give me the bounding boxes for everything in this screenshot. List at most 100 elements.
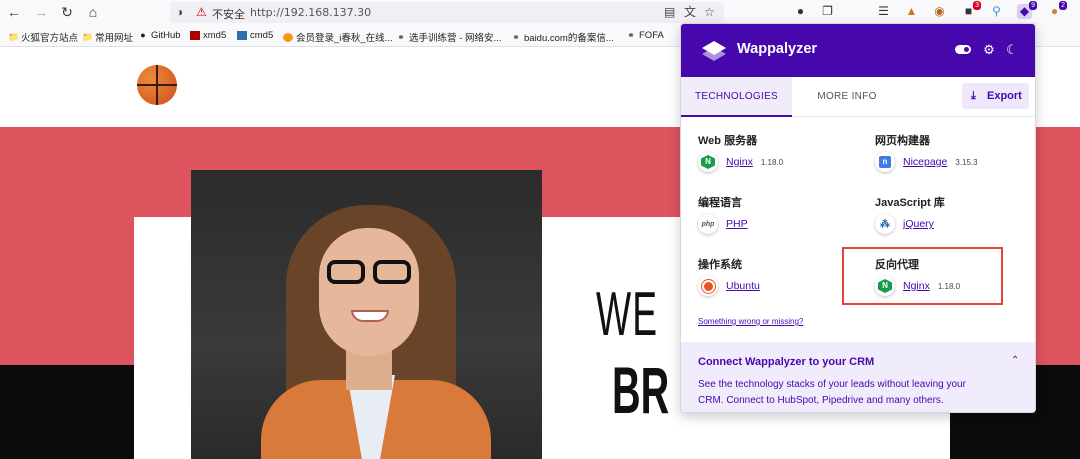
url-text[interactable]: http://192.168.137.30: [250, 6, 371, 19]
hero-heading-line1: WE: [596, 280, 659, 349]
tech-nginx-reverse-proxy[interactable]: N Nginx 1.18.0: [875, 276, 960, 296]
crm-panel: Connect Wappalyzer to your CRM ⌃ See the…: [681, 342, 1035, 412]
folder-icon: 📁: [82, 31, 94, 42]
tab-technologies[interactable]: TECHNOLOGIES: [681, 77, 792, 117]
tech-name[interactable]: jQuery: [903, 218, 934, 230]
category-language: 编程语言: [698, 197, 742, 209]
wappalyzer-title: Wappalyzer: [737, 41, 818, 57]
bookmark-github[interactable]: ● GitHub: [138, 30, 181, 41]
account-icon[interactable]: ●: [793, 4, 808, 19]
avatar-extension-icon[interactable]: ● 2: [1047, 1, 1067, 19]
pin-extension-icon[interactable]: ⚲: [989, 4, 1004, 19]
translate-icon[interactable]: 文: [684, 5, 696, 19]
bookmark-label: 火狐官方站点: [21, 33, 79, 44]
bookmark-ichunqiu[interactable]: 会员登录_i春秋_在线...: [283, 30, 393, 44]
wappalyzer-header: Wappalyzer ⚙ ☾: [681, 24, 1035, 77]
photo-glasses: [327, 260, 413, 284]
red-extension-icon[interactable]: ■ 3: [961, 1, 981, 19]
wappalyzer-extension-icon[interactable]: ◆ 9: [1017, 1, 1037, 19]
bookmark-label: baidu.com的备案信...: [524, 33, 614, 44]
bookmark-folder-common[interactable]: 📁 常用网址: [82, 30, 133, 44]
back-icon[interactable]: ←: [6, 4, 22, 20]
globe-icon: ⚭: [397, 31, 405, 42]
chevron-up-icon[interactable]: ⌃: [1011, 355, 1019, 366]
bookmark-training[interactable]: ⚭ 选手训练营 - 网络安...: [396, 30, 501, 44]
site-icon: [283, 32, 293, 42]
reader-view-icon[interactable]: ▤: [664, 5, 675, 19]
monkey-extension-icon[interactable]: ◉: [932, 4, 947, 19]
tech-version: 1.18.0: [937, 281, 961, 291]
crm-description: See the technology stacks of your leads …: [698, 379, 966, 406]
download-icon: ⤓: [971, 90, 976, 102]
tech-version: 1.18.0: [760, 157, 784, 167]
reload-icon[interactable]: ↻: [59, 4, 75, 20]
bookmark-cmd5[interactable]: cmd5: [237, 30, 273, 41]
bookmark-fofa[interactable]: ⚭ FOFA: [626, 30, 664, 41]
bookmark-xmd5[interactable]: xmd5: [190, 30, 226, 41]
folder-icon: 📁: [8, 31, 20, 42]
bookmark-star-icon[interactable]: ☆: [704, 5, 715, 19]
hero-photo: [191, 170, 542, 459]
crm-title[interactable]: Connect Wappalyzer to your CRM: [698, 356, 874, 368]
tech-nicepage[interactable]: n Nicepage 3.15.3: [875, 152, 978, 172]
something-wrong-link[interactable]: Something wrong or missing?: [698, 317, 803, 326]
category-web-server: Web 服务器: [698, 135, 758, 147]
category-os: 操作系统: [698, 259, 742, 271]
wappalyzer-popup: Wappalyzer ⚙ ☾ TECHNOLOGIES MORE INFO ⤓ …: [680, 23, 1036, 413]
bookmark-label: GitHub: [151, 30, 181, 41]
bookmark-label: 常用网址: [95, 33, 134, 44]
basketball-logo[interactable]: [137, 65, 177, 105]
globe-icon: ⚭: [627, 30, 635, 40]
export-label: Export: [987, 90, 1022, 102]
category-reverse-proxy: 反向代理: [875, 259, 919, 271]
insecure-lock-icon[interactable]: ⚠: [196, 5, 207, 19]
browser-toolbar: ← → ↻ ⌂ ◑ ⚠ 不安全 http://192.168.137.30 ▤ …: [0, 0, 1080, 25]
tech-ubuntu[interactable]: Ubuntu: [698, 276, 760, 296]
extension-badge: 3: [973, 1, 981, 10]
photo-smile: [351, 310, 389, 322]
tech-name[interactable]: PHP: [726, 218, 748, 230]
tech-nginx-webserver[interactable]: N Nginx 1.18.0: [698, 152, 783, 172]
tech-version: 3.15.3: [955, 157, 978, 167]
bookmark-label: 会员登录_i春秋_在线...: [296, 33, 393, 44]
globe-icon: ⚭: [512, 31, 520, 42]
tech-name[interactable]: Nicepage: [903, 156, 947, 168]
photo-neck: [346, 350, 392, 390]
tech-name[interactable]: Ubuntu: [726, 280, 760, 292]
bookmark-label: 选手训练营 - 网络安...: [409, 33, 502, 44]
tab-more-info[interactable]: MORE INFO: [792, 77, 902, 117]
settings-gear-icon[interactable]: ⚙: [982, 43, 996, 57]
bookmark-label: xmd5: [203, 30, 227, 41]
php-icon: php: [698, 214, 718, 234]
bookmark-label: cmd5: [250, 30, 274, 41]
tech-jquery[interactable]: ⁂ jQuery: [875, 214, 934, 234]
github-icon: ●: [140, 30, 146, 40]
fox-extension-icon[interactable]: ▲: [904, 4, 919, 19]
insecure-label[interactable]: 不安全: [212, 6, 245, 22]
bookmark-baidu-icp[interactable]: ⚭ baidu.com的备案信...: [511, 30, 614, 44]
home-icon[interactable]: ⌂: [85, 4, 101, 20]
bookmark-folder-firefox[interactable]: 📁 火狐官方站点: [8, 30, 78, 44]
tech-name[interactable]: Nginx: [903, 280, 930, 292]
shield-icon[interactable]: ◑: [176, 5, 183, 19]
wappalyzer-badge: 9: [1029, 1, 1037, 10]
category-js-library: JavaScript 库: [875, 197, 945, 209]
tech-php[interactable]: php PHP: [698, 214, 748, 234]
enable-toggle[interactable]: [955, 45, 971, 54]
export-button[interactable]: ⤓ Export: [962, 83, 1029, 109]
nginx-icon: N: [875, 276, 895, 296]
category-page-builder: 网页构建器: [875, 135, 930, 147]
tech-name[interactable]: Nginx: [726, 156, 753, 168]
jquery-icon: ⁂: [875, 214, 895, 234]
nginx-icon: N: [698, 152, 718, 172]
nicepage-icon: n: [875, 152, 895, 172]
ubuntu-icon: [698, 276, 718, 296]
bookmark-label: FOFA: [639, 30, 664, 41]
extensions-icon[interactable]: ☰: [876, 4, 891, 19]
wappalyzer-logo-icon: [702, 41, 726, 61]
photo-face: [319, 228, 419, 356]
forward-icon[interactable]: →: [33, 4, 49, 20]
url-bar[interactable]: ◑ ⚠ 不安全 http://192.168.137.30 ▤ 文 ☆: [170, 2, 724, 23]
dark-mode-moon-icon[interactable]: ☾: [1005, 43, 1019, 57]
crop-icon[interactable]: ❐: [820, 4, 835, 19]
